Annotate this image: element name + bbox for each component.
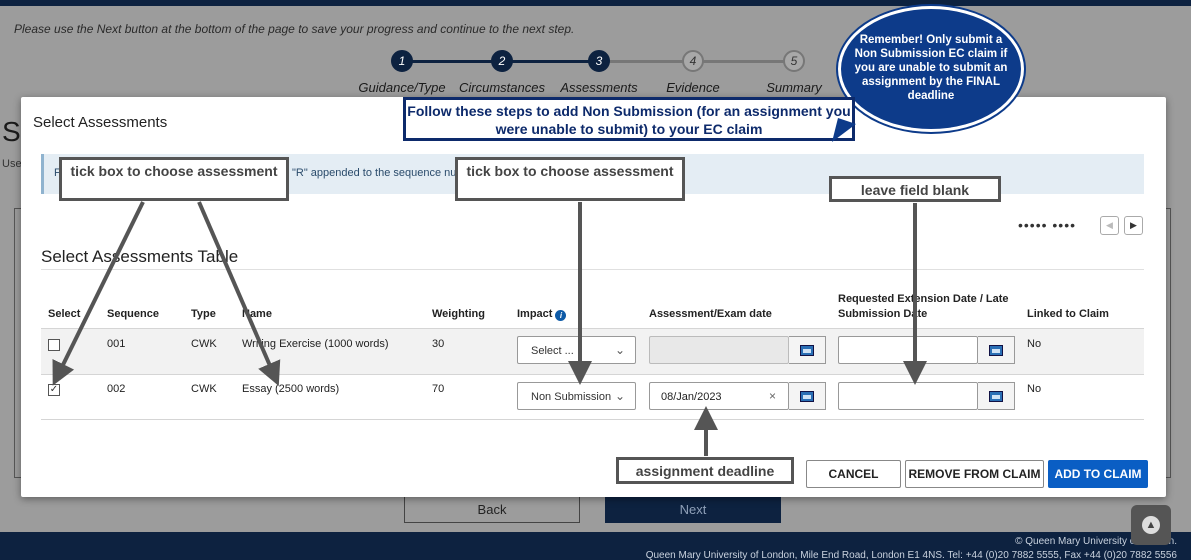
follow-steps-callout: Follow these steps to add Non Submission… <box>403 97 855 141</box>
row-1-type: CWK <box>191 338 217 350</box>
info-icon[interactable]: i <box>555 310 567 321</box>
step-3-dot: 3 <box>588 50 610 72</box>
row-2-extension-date-input[interactable] <box>838 382 978 410</box>
cancel-button[interactable]: CANCEL <box>806 460 901 488</box>
modal-title: Select Assessments <box>33 114 168 131</box>
row-2-linked: No <box>1027 383 1042 395</box>
chevron-down-icon: ⌄ <box>614 343 625 357</box>
arrow-up-icon: ▲ <box>1142 516 1160 534</box>
pagination-dots: ••••• •••• <box>1018 217 1077 233</box>
row-2-exam-date-picker[interactable] <box>789 382 826 410</box>
assignment-deadline-callout: assignment deadline <box>616 457 794 484</box>
row-1-select-checkbox[interactable] <box>48 339 60 351</box>
chevron-down-icon: ⌄ <box>614 389 625 403</box>
step-5-label: Summary <box>766 80 822 95</box>
footer-address: Queen Mary University of London, Mile En… <box>645 550 1177 560</box>
reminder-bubble-text: Remember! Only submit a Non Submission E… <box>854 34 1008 102</box>
step-1-dot: 1 <box>391 50 413 72</box>
col-header-linked: Linked to Claim <box>1027 308 1109 320</box>
info-alert-text: "R" appended to the sequence num <box>292 167 466 179</box>
scroll-to-top-button[interactable]: ▲ <box>1131 505 1171 545</box>
step-3-label: Assessments <box>560 80 638 95</box>
row-1-extension-date-picker[interactable] <box>978 336 1015 364</box>
row-2-type: CWK <box>191 383 217 395</box>
row-1-name: Writing Exercise (1000 words) <box>242 338 389 350</box>
calendar-icon <box>800 390 814 402</box>
step-4-dot: 4 <box>682 50 704 72</box>
row-1-weighting: 30 <box>432 338 445 350</box>
calendar-icon <box>989 390 1003 402</box>
remove-from-claim-button[interactable]: REMOVE FROM CLAIM <box>905 460 1044 488</box>
step-2-dot: 2 <box>491 50 513 72</box>
progress-stepper: 1 2 3 4 5 Guidance/Type Circumstances As… <box>355 50 835 96</box>
row-2-impact-value: Non Submission <box>531 391 612 403</box>
row-2-exam-date-value: 08/Jan/2023 <box>661 391 722 403</box>
col-header-exam-date: Assessment/Exam date <box>649 308 772 320</box>
step-5-dot: 5 <box>783 50 805 72</box>
chevron-left-icon: ◀ <box>1106 220 1113 230</box>
col-header-type: Type <box>191 308 216 320</box>
page-heading-fragment: S <box>2 116 21 147</box>
row-2-extension-date-picker[interactable] <box>978 382 1015 410</box>
title-divider <box>41 269 1144 270</box>
row-1-linked: No <box>1027 338 1042 350</box>
row-2-exam-date-input[interactable]: 08/Jan/2023 × <box>649 382 789 410</box>
row-2-sequence: 002 <box>107 383 126 395</box>
tick-box-callout-middle: tick box to choose assessment <box>455 157 685 201</box>
row-2-impact-select[interactable]: Non Submission ⌄ <box>517 382 636 410</box>
col-header-extension-line2: Submission Date <box>838 308 928 320</box>
col-header-impact: Impact i <box>517 308 567 321</box>
col-header-extension-line1: Requested Extension Date / Late <box>838 293 1009 305</box>
col-header-sequence: Sequence <box>107 308 159 320</box>
row-1-extension-date-input[interactable] <box>838 336 978 364</box>
impact-header-label: Impact <box>517 308 553 320</box>
row-2-weighting: 70 <box>432 383 445 395</box>
col-header-select: Select <box>48 308 81 320</box>
next-button[interactable]: Next <box>605 496 781 523</box>
table-title: Select Assessments Table <box>41 247 239 266</box>
calendar-icon <box>800 344 814 356</box>
clear-icon[interactable]: × <box>769 389 776 403</box>
row-1-exam-date-input <box>649 336 789 364</box>
step-1-label: Guidance/Type <box>358 80 446 95</box>
tick-box-callout-left: tick box to choose assessment <box>59 157 289 201</box>
row-divider <box>41 374 1144 375</box>
top-header-bar <box>0 0 1191 6</box>
row-1-exam-date-picker[interactable] <box>789 336 826 364</box>
row-divider <box>41 419 1144 420</box>
col-header-weighting: Weighting <box>432 308 485 320</box>
leave-blank-callout: leave field blank <box>829 176 1001 202</box>
col-header-name: Name <box>242 308 272 320</box>
calendar-icon <box>989 344 1003 356</box>
row-2-name: Essay (2500 words) <box>242 383 340 395</box>
row-1-impact-value: Select ... <box>531 345 574 357</box>
page-instruction: Please use the Next button at the bottom… <box>14 22 575 36</box>
pager-prev-button[interactable]: ◀ <box>1100 216 1119 235</box>
row-1-impact-select[interactable]: Select ... ⌄ <box>517 336 636 364</box>
row-1-sequence: 001 <box>107 338 126 350</box>
step-4-label: Evidence <box>666 80 720 95</box>
row-2-select-checkbox[interactable]: ✓ <box>48 384 60 396</box>
chevron-right-icon: ▶ <box>1130 220 1137 230</box>
back-button[interactable]: Back <box>404 496 580 523</box>
step-2-label: Circumstances <box>459 80 545 95</box>
pager-next-button[interactable]: ▶ <box>1124 216 1143 235</box>
page-text-fragment: Use <box>2 158 22 170</box>
add-to-claim-button[interactable]: ADD TO CLAIM <box>1048 460 1148 488</box>
